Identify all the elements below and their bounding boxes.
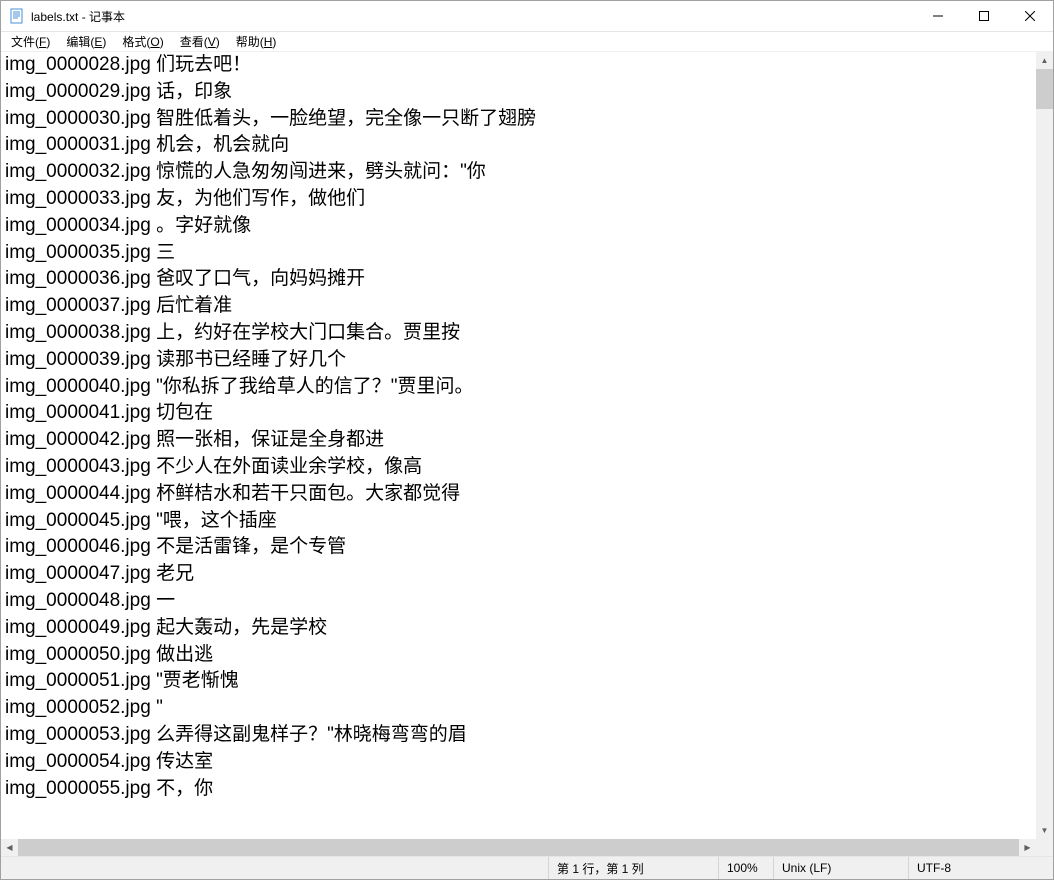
- hscroll-track[interactable]: [18, 839, 1019, 856]
- menubar: 文件(F) 编辑(E) 格式(O) 查看(V) 帮助(H): [1, 32, 1053, 52]
- menu-help[interactable]: 帮助(H): [228, 32, 285, 51]
- vscroll-thumb[interactable]: [1036, 69, 1053, 109]
- vertical-scrollbar[interactable]: ▲ ▼: [1036, 52, 1053, 839]
- scroll-up-arrow[interactable]: ▲: [1036, 52, 1053, 69]
- menu-view[interactable]: 查看(V): [172, 32, 228, 51]
- maximize-button[interactable]: [961, 1, 1007, 31]
- editor-area: img_0000028.jpg 们玩去吧！ img_0000029.jpg 话，…: [1, 52, 1053, 839]
- status-position: 第 1 行，第 1 列: [548, 857, 718, 879]
- horizontal-scrollbar[interactable]: ◀ ▶: [1, 839, 1036, 856]
- status-spacer: [1, 857, 548, 879]
- text-content[interactable]: img_0000028.jpg 们玩去吧！ img_0000029.jpg 话，…: [1, 52, 1036, 839]
- status-lineending: Unix (LF): [773, 857, 908, 879]
- window-title: labels.txt - 记事本: [31, 8, 125, 25]
- hscrollbar-row: ◀ ▶: [1, 839, 1053, 856]
- titlebar[interactable]: labels.txt - 记事本: [1, 1, 1053, 32]
- menu-format[interactable]: 格式(O): [114, 32, 171, 51]
- scroll-right-arrow[interactable]: ▶: [1019, 839, 1036, 856]
- menu-file[interactable]: 文件(F): [3, 32, 58, 51]
- close-button[interactable]: [1007, 1, 1053, 31]
- status-zoom: 100%: [718, 857, 773, 879]
- scroll-down-arrow[interactable]: ▼: [1036, 822, 1053, 839]
- status-encoding: UTF-8: [908, 857, 1053, 879]
- scroll-corner: [1036, 839, 1053, 856]
- hscroll-thumb[interactable]: [18, 839, 1019, 856]
- app-icon: [9, 8, 25, 24]
- scroll-left-arrow[interactable]: ◀: [1, 839, 18, 856]
- window-controls: [915, 1, 1053, 31]
- vscroll-track[interactable]: [1036, 69, 1053, 822]
- notepad-window: labels.txt - 记事本 文件(F) 编辑(E) 格式(O) 查看(V)…: [0, 0, 1054, 880]
- statusbar: 第 1 行，第 1 列 100% Unix (LF) UTF-8: [1, 856, 1053, 879]
- minimize-button[interactable]: [915, 1, 961, 31]
- menu-edit[interactable]: 编辑(E): [58, 32, 114, 51]
